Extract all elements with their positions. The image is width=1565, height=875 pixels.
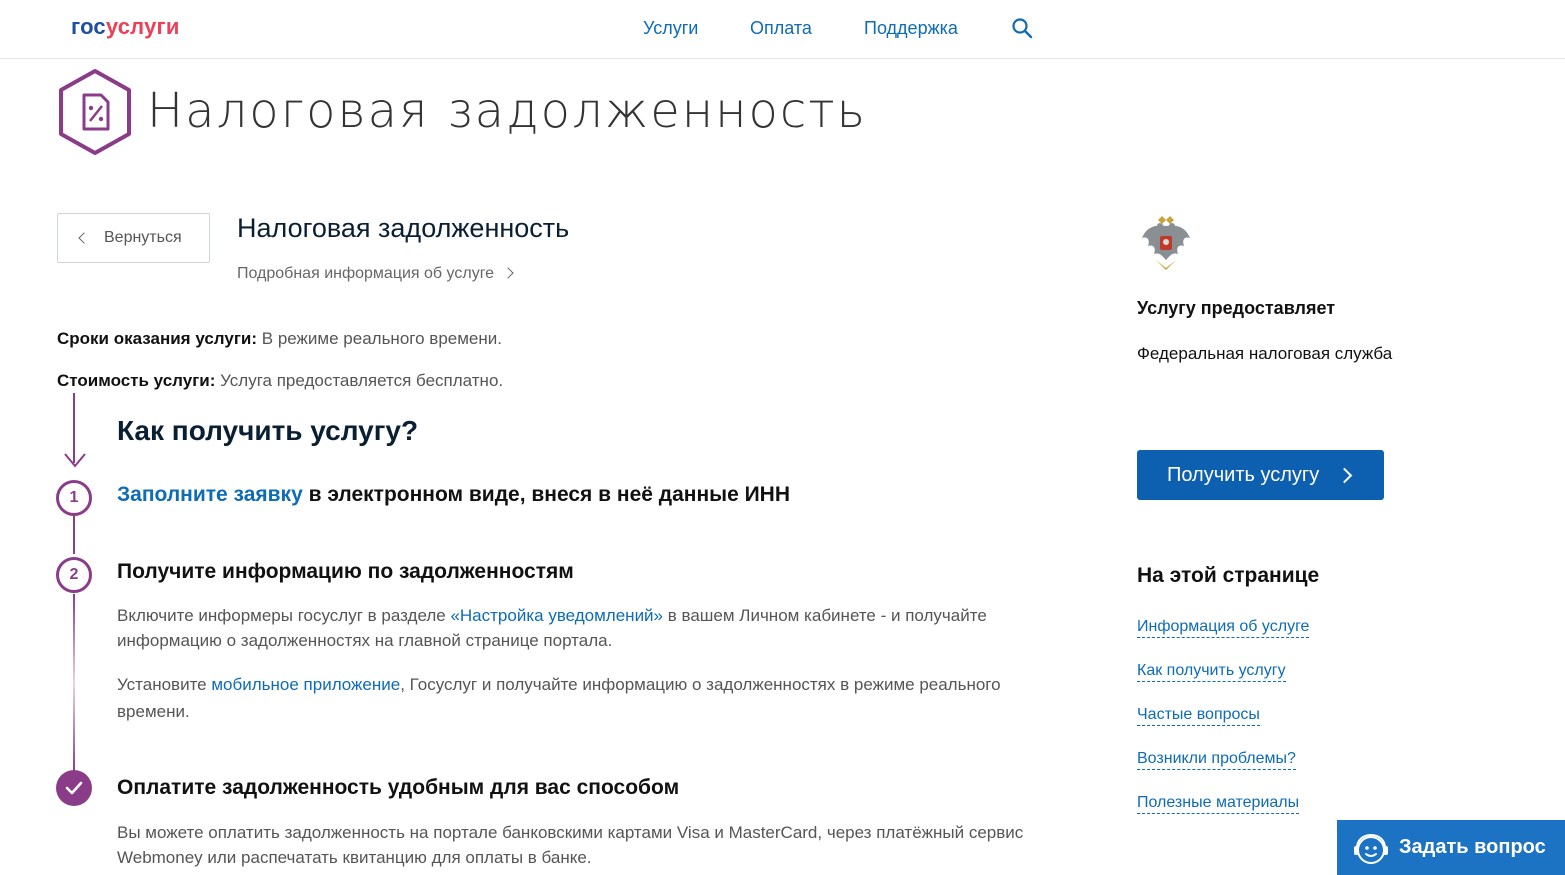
service-cost: Стоимость услуги: Услуга предоставляется…: [57, 371, 504, 390]
on-this-page-title: На этой странице: [1137, 564, 1320, 587]
nav-support[interactable]: Поддержка: [864, 18, 958, 39]
arrow-down-icon: [64, 453, 86, 468]
toc-link-problems[interactable]: Возникли проблемы?: [1137, 749, 1296, 770]
step-1-heading: Заполните заявку в электронном виде, вне…: [117, 483, 791, 506]
page-title: Налоговая задолженность: [147, 83, 867, 139]
support-robot-icon: [1354, 833, 1388, 864]
mobile-app-link[interactable]: мобильное приложение: [211, 675, 400, 694]
how-to-get-title: Как получить услугу?: [117, 415, 419, 446]
step-2-paragraph-2: Установите мобильное приложение, Госуслу…: [117, 675, 1001, 721]
checkmark-icon: [65, 781, 83, 795]
russian-coat-of-arms-icon: [1142, 216, 1190, 270]
step-2-heading: Получите информацию по задолженностям: [117, 560, 574, 583]
toc-link-faq[interactable]: Частые вопросы: [1137, 705, 1260, 726]
search-icon[interactable]: [1010, 16, 1034, 40]
step-1-badge: 1: [56, 480, 92, 516]
back-button[interactable]: Вернуться: [57, 213, 210, 263]
provider-label: Услугу предоставляет: [1137, 298, 1336, 318]
step-2-badge: 2: [56, 557, 92, 593]
top-header: госуслуги Услуги Оплата Поддержка: [0, 0, 1565, 59]
ask-question-button[interactable]: Задать вопрос: [1337, 820, 1565, 875]
toc-link-materials[interactable]: Полезные материалы: [1137, 793, 1300, 814]
service-details-link[interactable]: Подробная информация об услуге: [237, 265, 514, 283]
chevron-right-icon: [1336, 467, 1353, 483]
notification-settings-link[interactable]: «Настройка уведомлений»: [450, 606, 663, 625]
gosuslugi-logo[interactable]: госуслуги: [71, 14, 180, 40]
timeline-line: [73, 516, 75, 554]
get-service-button[interactable]: Получить услугу: [1137, 450, 1384, 500]
step-3-paragraph: Вы можете оплатить задолженность на порт…: [117, 823, 1024, 867]
step-3-heading: Оплатите задолженность удобным для вас с…: [117, 776, 680, 799]
provider-name: Федеральная налоговая служба: [1137, 344, 1393, 363]
step-2-paragraph-1: Включите информеры госуслуг в разделе «Н…: [117, 606, 987, 650]
chevron-left-icon: [78, 232, 90, 244]
toc-link-how-to-get[interactable]: Как получить услугу: [1137, 661, 1286, 682]
toc-link-service-info[interactable]: Информация об услуге: [1137, 617, 1310, 638]
fill-application-link[interactable]: Заполните заявку: [117, 483, 303, 506]
service-terms: Сроки оказания услуги: В режиме реальног…: [57, 329, 502, 348]
nav-services[interactable]: Услуги: [643, 18, 698, 39]
chevron-right-icon: [502, 267, 514, 279]
tax-document-icon: [59, 69, 131, 155]
step-3-badge: [56, 770, 92, 806]
timeline-line: [73, 594, 75, 772]
nav-payment[interactable]: Оплата: [750, 18, 812, 39]
service-title: Налоговая задолженность: [237, 213, 570, 243]
